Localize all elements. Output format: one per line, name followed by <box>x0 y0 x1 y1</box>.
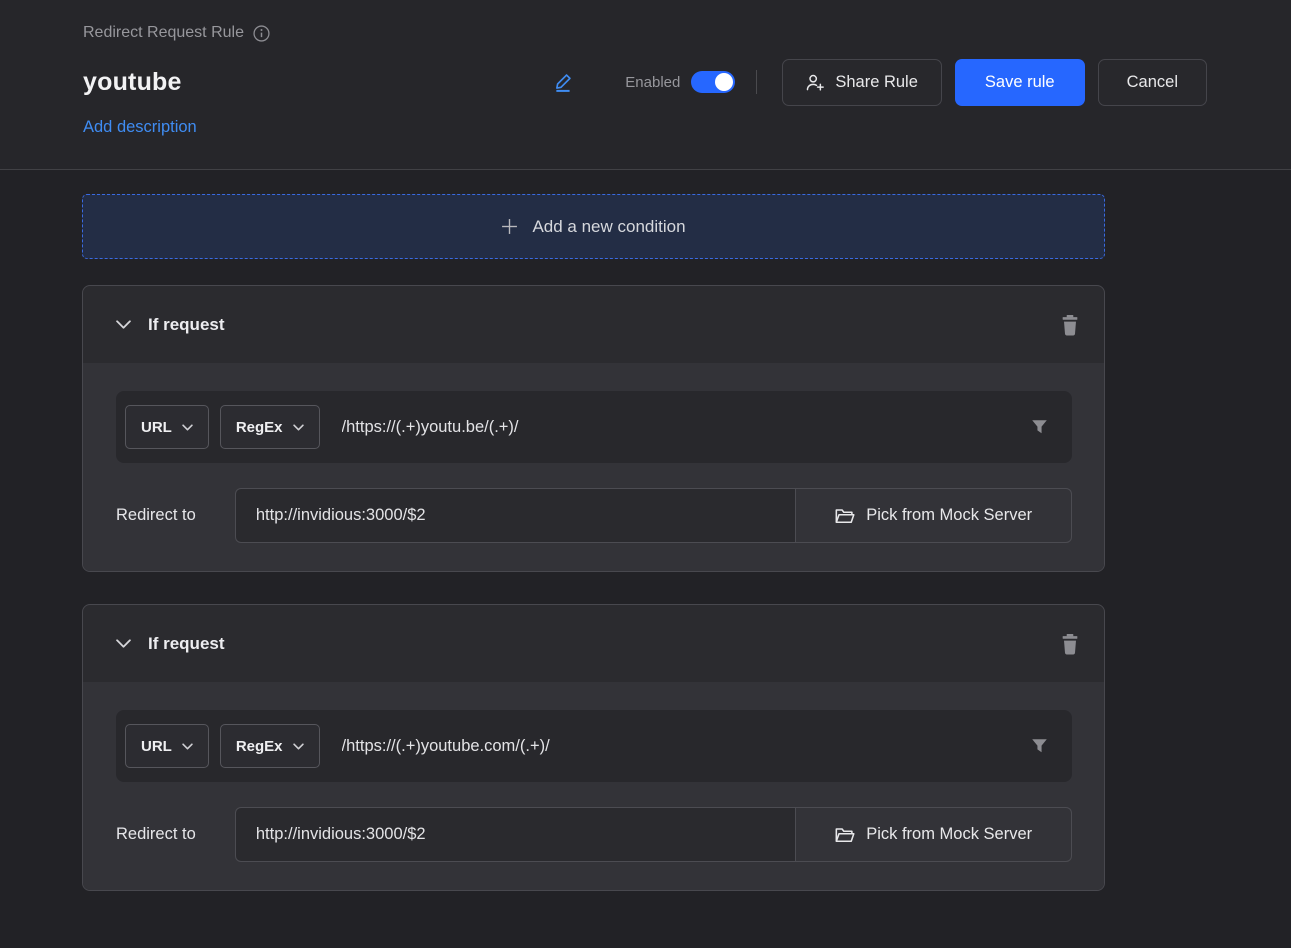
header-vertical-divider <box>756 70 757 94</box>
source-filters-button[interactable] <box>1031 419 1048 436</box>
chevron-down-icon <box>116 639 131 648</box>
rule-pairs-area: Add a new condition If request URL <box>0 170 1291 891</box>
source-key-dropdown[interactable]: URL <box>125 405 209 449</box>
condition-card-title: If request <box>148 315 225 335</box>
pick-from-mock-server-label: Pick from Mock Server <box>866 506 1032 525</box>
condition-card: If request URL RegEx <box>82 604 1105 891</box>
redirect-destination-input[interactable] <box>235 488 796 543</box>
open-folder-icon <box>835 508 855 524</box>
condition-card-header[interactable]: If request <box>83 605 1104 682</box>
toggle-knob <box>715 73 733 91</box>
funnel-icon <box>1031 738 1048 755</box>
source-condition-row: URL RegEx <box>116 391 1072 463</box>
chevron-down-icon <box>116 320 131 329</box>
trash-icon <box>1060 633 1080 655</box>
condition-card: If request URL RegEx <box>82 285 1105 572</box>
share-rule-button[interactable]: Share Rule <box>782 59 942 106</box>
enabled-toggle[interactable] <box>691 71 735 93</box>
rule-type-label: Redirect Request Rule <box>83 24 244 42</box>
delete-condition-button[interactable] <box>1060 314 1080 336</box>
source-key-value: URL <box>141 419 172 436</box>
source-operator-value: RegEx <box>236 419 283 436</box>
chevron-down-icon <box>293 743 304 750</box>
enabled-label: Enabled <box>625 74 680 91</box>
redirect-destination-input[interactable] <box>235 807 796 862</box>
share-rule-label: Share Rule <box>835 73 918 92</box>
chevron-down-icon <box>182 424 193 431</box>
delete-condition-button[interactable] <box>1060 633 1080 655</box>
edit-rule-name-button[interactable] <box>553 72 574 93</box>
funnel-icon <box>1031 419 1048 436</box>
rule-editor-header: Redirect Request Rule youtube Enabled Sh <box>0 0 1291 170</box>
trash-icon <box>1060 314 1080 336</box>
redirect-row: Redirect to Pick from Mock Server <box>116 488 1072 543</box>
redirect-to-label: Redirect to <box>116 506 235 525</box>
add-new-condition-button[interactable]: Add a new condition <box>82 194 1105 259</box>
edit-pencil-icon <box>553 72 574 93</box>
open-folder-icon <box>835 827 855 843</box>
cancel-button[interactable]: Cancel <box>1098 59 1207 106</box>
source-filters-button[interactable] <box>1031 738 1048 755</box>
pick-from-mock-server-label: Pick from Mock Server <box>866 825 1032 844</box>
pick-from-mock-server-button[interactable]: Pick from Mock Server <box>795 807 1072 862</box>
redirect-row: Redirect to Pick from Mock Server <box>116 807 1072 862</box>
add-new-condition-label: Add a new condition <box>532 217 685 237</box>
condition-card-header[interactable]: If request <box>83 286 1104 363</box>
header-actions: Enabled Share Rule Save rule Cancel <box>553 59 1207 106</box>
source-operator-dropdown[interactable]: RegEx <box>220 724 320 768</box>
redirect-to-label: Redirect to <box>116 825 235 844</box>
save-rule-button[interactable]: Save rule <box>955 59 1085 106</box>
chevron-down-icon <box>293 424 304 431</box>
rule-name: youtube <box>83 68 182 97</box>
chevron-down-icon <box>182 743 193 750</box>
source-operator-dropdown[interactable]: RegEx <box>220 405 320 449</box>
rule-type-line: Redirect Request Rule <box>83 24 1207 42</box>
condition-card-title: If request <box>148 634 225 654</box>
add-description-link[interactable]: Add description <box>83 118 197 137</box>
source-condition-row: URL RegEx <box>116 710 1072 782</box>
user-plus-icon <box>806 74 825 91</box>
info-icon[interactable] <box>253 25 270 42</box>
source-pattern-input[interactable] <box>320 737 1031 756</box>
rule-title-row: youtube Enabled Share Rule Save rule Can… <box>83 58 1207 106</box>
pick-from-mock-server-button[interactable]: Pick from Mock Server <box>795 488 1072 543</box>
source-key-value: URL <box>141 738 172 755</box>
source-pattern-input[interactable] <box>320 418 1031 437</box>
condition-card-body: URL RegEx <box>83 363 1104 571</box>
source-operator-value: RegEx <box>236 738 283 755</box>
source-key-dropdown[interactable]: URL <box>125 724 209 768</box>
condition-card-body: URL RegEx <box>83 682 1104 890</box>
plus-icon <box>501 218 518 235</box>
